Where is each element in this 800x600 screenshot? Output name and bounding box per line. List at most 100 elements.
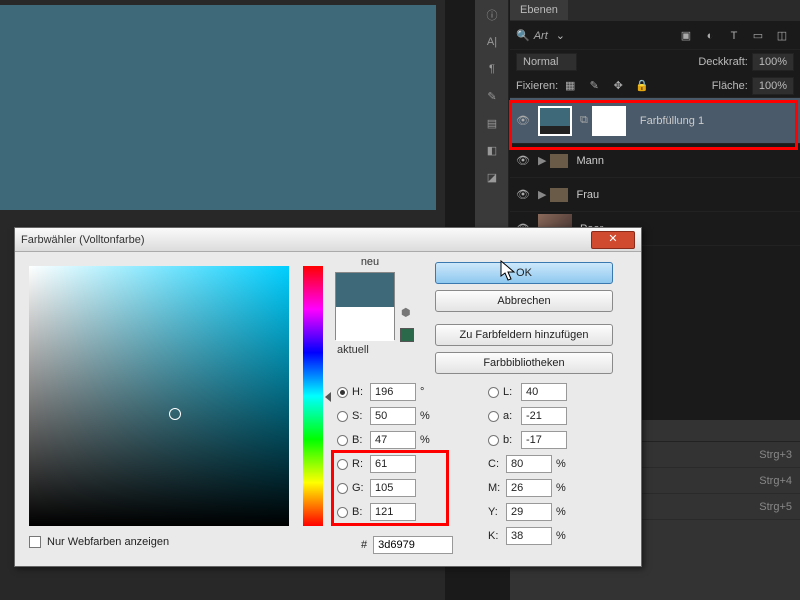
fill-value[interactable]: 100% [752,77,794,95]
web-only-row[interactable]: Nur Webfarben anzeigen [29,536,169,548]
m-input[interactable] [506,479,552,497]
layer-row[interactable]: 👁 ▶ Frau [510,178,800,212]
disclosure-icon[interactable]: ▶ [538,154,546,167]
hex-row: # [361,536,453,554]
new-color [336,273,394,307]
red-input[interactable] [370,455,416,473]
folder-icon [550,188,568,202]
new-current-swatch[interactable] [335,272,395,340]
lock-pixels-icon[interactable]: ▦ [561,77,579,95]
fill-label: Fläche: [712,80,748,92]
layer-name[interactable]: Mann [576,155,604,167]
y-input[interactable] [506,503,552,521]
green-input[interactable] [370,479,416,497]
dialog-title: Farbwähler (Volltonfarbe) [21,234,145,246]
lock-move-icon[interactable]: ✥ [609,77,627,95]
blend-mode-select[interactable]: Normal [516,53,577,71]
ok-button[interactable]: OK [435,262,613,284]
layer-thumb[interactable] [538,106,572,136]
layer-row[interactable]: 👁 ⧉ Farbfüllung 1 [510,98,800,144]
radio-h[interactable] [337,387,348,398]
disclosure-icon[interactable]: ▶ [538,188,546,201]
opacity-value[interactable]: 100% [752,53,794,71]
folder-icon [550,154,568,168]
link-icon[interactable]: ⧉ [580,114,588,127]
lock-all-icon[interactable]: 🔒 [633,77,651,95]
k-input[interactable] [506,527,552,545]
web-only-checkbox[interactable] [29,536,41,548]
add-swatch-button[interactable]: Zu Farbfeldern hinzufügen [435,324,613,346]
panel-tab-bar: Ebenen [510,0,800,22]
channel-shortcut: Strg+5 [759,501,792,513]
cmyk-column: C:% M:% Y:% K:% [488,452,568,548]
text-a-icon[interactable]: A| [478,30,506,54]
close-button[interactable]: ✕ [591,231,635,249]
filter-adjust-icon[interactable]: ◐ [701,27,719,45]
radio-bl[interactable] [337,507,348,518]
websafe-swatch-icon[interactable] [400,328,414,342]
filter-kind-label[interactable]: Art [534,30,548,42]
filter-image-icon[interactable]: ▣ [677,27,695,45]
new-label: neu [361,256,379,268]
web-only-label: Nur Webfarben anzeigen [47,536,169,548]
visibility-icon[interactable]: 👁 [516,188,530,202]
tab-layers[interactable]: Ebenen [510,0,568,20]
filter-shape-icon[interactable]: ▭ [749,27,767,45]
visibility-icon[interactable]: 👁 [516,114,530,128]
lab-column: L: a: b: [488,380,571,452]
hex-input[interactable] [373,536,453,554]
stack-icon[interactable]: ▤ [478,111,506,135]
cancel-button[interactable]: Abbrechen [435,290,613,312]
nav-icon[interactable]: ◧ [478,138,506,162]
hue-indicator-icon [325,392,331,402]
filter-smart-icon[interactable]: ◫ [773,27,791,45]
channel-shortcut: Strg+4 [759,475,792,487]
lab-b-input[interactable] [521,431,567,449]
lock-row: Fixieren: ▦ ✎ ✥ 🔒 Fläche: 100% [510,74,800,98]
brush-icon[interactable]: ✎ [478,84,506,108]
radio-lb[interactable] [488,435,499,446]
current-label: aktuell [337,344,369,356]
c-input[interactable] [506,455,552,473]
gamut-warning-icon[interactable]: ⬢ [401,306,411,319]
current-color [336,307,394,341]
layer-row[interactable]: 👁 ▶ Mann [510,144,800,178]
radio-g[interactable] [337,483,348,494]
color-picker-dialog: Farbwähler (Volltonfarbe) ✕ neu aktuell … [14,227,642,567]
layer-list: 👁 ⧉ Farbfüllung 1 👁 ▶ Mann 👁 ▶ Frau 👁 Pa… [510,98,800,246]
layer-name[interactable]: Farbfüllung 1 [640,115,704,127]
blue-input[interactable] [370,503,416,521]
hue-input[interactable] [370,383,416,401]
paragraph-icon[interactable]: ¶ [478,57,506,81]
blend-row: Normal Deckkraft: 100% [510,50,800,74]
lock-label: Fixieren: [516,80,558,92]
radio-l[interactable] [488,387,499,398]
opacity-label: Deckkraft: [698,56,748,68]
info-icon[interactable]: ⓘ [478,3,506,27]
canvas[interactable] [0,5,436,210]
sv-cursor-icon [169,408,181,420]
radio-b[interactable] [337,435,348,446]
search-icon[interactable]: 🔍 [516,29,530,42]
lab-l-input[interactable] [521,383,567,401]
layer-filter-row: 🔍 Art ⌄ ▣ ◐ T ▭ ◫ [510,22,800,50]
filter-text-icon[interactable]: T [725,27,743,45]
channel-shortcut: Strg+3 [759,449,792,461]
radio-r[interactable] [337,459,348,470]
lock-brush-icon[interactable]: ✎ [585,77,603,95]
sat-input[interactable] [370,407,416,425]
saturation-value-field[interactable] [29,266,289,526]
visibility-icon[interactable]: 👁 [516,154,530,168]
swatch-icon[interactable]: ◪ [478,165,506,189]
lab-a-input[interactable] [521,407,567,425]
color-libs-button[interactable]: Farbbibliotheken [435,352,613,374]
hue-slider[interactable] [303,266,323,526]
hsb-rgb-column: H:° S:% B:% R: G: B: [337,380,432,524]
layer-name[interactable]: Frau [576,189,599,201]
radio-a[interactable] [488,411,499,422]
hash-label: # [361,539,367,551]
radio-s[interactable] [337,411,348,422]
mask-thumb[interactable] [592,106,626,136]
dialog-titlebar[interactable]: Farbwähler (Volltonfarbe) ✕ [15,228,641,252]
bri-input[interactable] [370,431,416,449]
